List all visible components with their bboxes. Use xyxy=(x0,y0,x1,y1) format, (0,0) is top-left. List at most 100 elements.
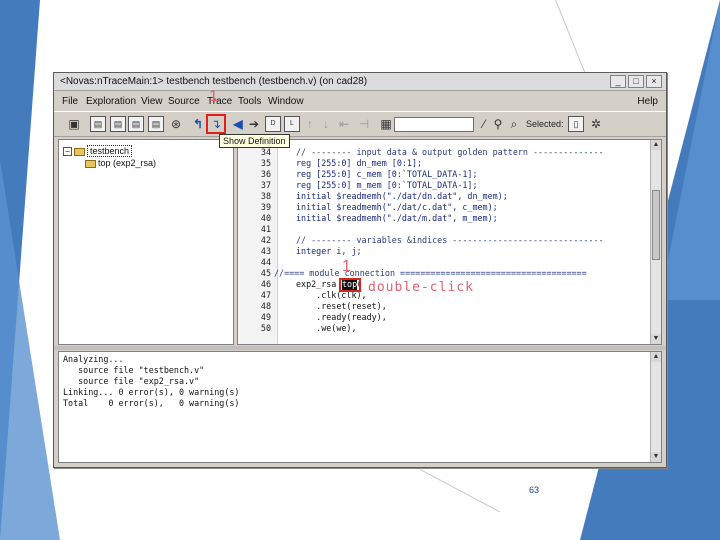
eye-icon[interactable]: ⊛ xyxy=(168,116,184,132)
collapse-toggle-icon[interactable]: − xyxy=(63,147,72,157)
line-text: initial $readmemh("./dat/c.dat", c_mem); xyxy=(296,202,498,212)
tree-item-label: top (exp2_rsa) xyxy=(98,158,157,168)
line-text: initial $readmemh("./dat/m.dat", m_mem); xyxy=(296,213,498,223)
log-line: source file "exp2_rsa.v" xyxy=(63,376,200,386)
slide-decoration-left-2 xyxy=(0,160,60,540)
log-scrollbar[interactable]: ▲ ▼ xyxy=(650,352,661,462)
schematic-icon[interactable]: ▤ xyxy=(128,116,144,132)
forward-arrow-icon[interactable]: ➔ xyxy=(246,116,262,132)
source-scrollbar[interactable]: ▲ ▼ xyxy=(650,140,661,344)
line-number: 38 xyxy=(260,191,271,201)
connect-icon[interactable]: ⇤ xyxy=(336,116,352,132)
menu-exploration[interactable]: Exploration xyxy=(86,96,136,107)
open-folder-icon[interactable]: ▣ xyxy=(66,116,82,132)
log-line: Total 0 error(s), 0 warning(s) xyxy=(63,398,240,408)
pane-splitter[interactable] xyxy=(54,346,666,350)
line-text: // -------- input data & output golden p… xyxy=(296,147,604,157)
hierarchy-browser-icon[interactable]: ▤ xyxy=(90,116,106,132)
tree-item-testbench[interactable]: − testbench xyxy=(63,145,133,157)
menu-view[interactable]: View xyxy=(141,96,163,107)
window-controls: _ □ × xyxy=(610,75,662,88)
step-marker: 1 xyxy=(342,258,351,275)
down-arrow-icon[interactable]: ↓ xyxy=(318,116,334,132)
scroll-up-icon[interactable]: ▲ xyxy=(651,352,661,362)
line-number: 49 xyxy=(260,312,271,322)
source-view[interactable]: 34 // -------- input data & output golden… xyxy=(237,139,662,345)
line-text: .reset(reset), xyxy=(296,301,387,311)
line-text: // -------- variables &indices ---------… xyxy=(296,235,604,245)
search-combo[interactable] xyxy=(394,117,474,132)
line-number: 42 xyxy=(260,235,271,245)
log-line: source file "testbench.v" xyxy=(63,365,205,375)
double-click-callout: double-click xyxy=(368,280,474,295)
log-line: Linking... 0 error(s), 0 warning(s) xyxy=(63,387,240,397)
up-arrow-icon[interactable]: ↑ xyxy=(302,116,318,132)
find-icon[interactable]: ⌕ xyxy=(506,116,522,132)
line-number: 43 xyxy=(260,246,271,256)
toolbar: ▣ ▤ ▤ ▤ ▤ ⊛ ↰ ↴ ◀ ➔ D L ↑ ↓ ⇤ ⊣ ▦ ⁄ ⚲ ⌕ … xyxy=(54,111,666,137)
scroll-up-icon[interactable]: ▲ xyxy=(651,140,661,150)
module-folder-icon xyxy=(85,159,96,168)
selection-doc-icon[interactable]: ▯ xyxy=(568,116,584,132)
trace-driver-icon[interactable]: ↰ xyxy=(190,116,206,132)
disconnect-icon[interactable]: ⊣ xyxy=(356,116,372,132)
memory-icon[interactable]: ▦ xyxy=(378,116,394,132)
menu-help[interactable]: Help xyxy=(637,96,658,107)
scrollbar-thumb[interactable] xyxy=(652,190,660,260)
step-marker: 1 xyxy=(209,88,218,105)
tree-item-top[interactable]: top (exp2_rsa) xyxy=(85,158,156,168)
back-arrow-icon[interactable]: ◀ xyxy=(230,116,246,132)
line-number: 50 xyxy=(260,323,271,333)
slide-page-number: 63 xyxy=(529,485,540,495)
line-text: reg [255:0] c_mem [0:`TOTAL_DATA-1]; xyxy=(296,169,478,179)
menu-window[interactable]: Window xyxy=(268,96,304,107)
slide-decoration-line xyxy=(420,469,500,513)
line-text: initial $readmemh("./dat/dn.dat", dn_mem… xyxy=(296,191,508,201)
line-number: 47 xyxy=(260,290,271,300)
minimize-button[interactable]: _ xyxy=(610,75,626,88)
line-number: 45 xyxy=(260,268,271,278)
ntrace-window: <Novas:nTraceMain:1> testbench testbench… xyxy=(53,72,667,468)
line-number: 39 xyxy=(260,202,271,212)
waveform-icon[interactable]: ▤ xyxy=(148,116,164,132)
window-titlebar[interactable]: <Novas:nTraceMain:1> testbench testbench… xyxy=(54,73,666,91)
line-number: 34 xyxy=(260,147,271,157)
load-icon[interactable]: L xyxy=(284,116,300,132)
line-number: 44 xyxy=(260,257,271,267)
driver-icon[interactable]: D xyxy=(265,116,281,132)
search-icon[interactable]: ⚲ xyxy=(490,116,506,132)
line-number: 35 xyxy=(260,158,271,168)
settings-icon[interactable]: ✲ xyxy=(588,116,604,132)
menu-source[interactable]: Source xyxy=(168,96,200,107)
slide-decoration-right-2 xyxy=(660,0,720,300)
line-text: reg [255:0] m_mem [0:`TOTAL_DATA-1]; xyxy=(296,180,478,190)
line-number: 37 xyxy=(260,180,271,190)
line-text: reg [255:0] dn_mem [0:1]; xyxy=(296,158,423,168)
scroll-down-icon[interactable]: ▼ xyxy=(651,452,661,462)
module-folder-icon xyxy=(74,147,85,156)
show-definition-icon[interactable]: ↴ xyxy=(206,114,226,134)
menu-bar: File Exploration View Source Trace Tools… xyxy=(54,93,666,109)
line-text: //==== module connection ===============… xyxy=(274,268,587,278)
scroll-down-icon[interactable]: ▼ xyxy=(651,334,661,344)
line-number: 40 xyxy=(260,213,271,223)
line-text: integer i, j; xyxy=(296,246,362,256)
message-log: Analyzing... source file "testbench.v" s… xyxy=(58,351,662,463)
close-button[interactable]: × xyxy=(646,75,662,88)
line-number: 46 xyxy=(260,279,271,289)
selected-label: Selected: xyxy=(526,119,564,129)
line-number: 36 xyxy=(260,169,271,179)
source-browser-icon[interactable]: ▤ xyxy=(110,116,126,132)
window-title: <Novas:nTraceMain:1> testbench testbench… xyxy=(60,76,368,87)
line-number: 48 xyxy=(260,301,271,311)
show-definition-tooltip: Show Definition xyxy=(219,134,290,148)
line-number: 41 xyxy=(260,224,271,234)
line-text: .we(we), xyxy=(296,323,357,333)
line-text: .ready(ready), xyxy=(296,312,387,322)
menu-file[interactable]: File xyxy=(62,96,78,107)
log-line: Analyzing... xyxy=(63,354,124,364)
menu-tools[interactable]: Tools xyxy=(238,96,261,107)
maximize-button[interactable]: □ xyxy=(628,75,644,88)
hierarchy-tree: − testbench top (exp2_rsa) xyxy=(58,139,234,345)
tree-item-label: testbench xyxy=(87,145,133,157)
